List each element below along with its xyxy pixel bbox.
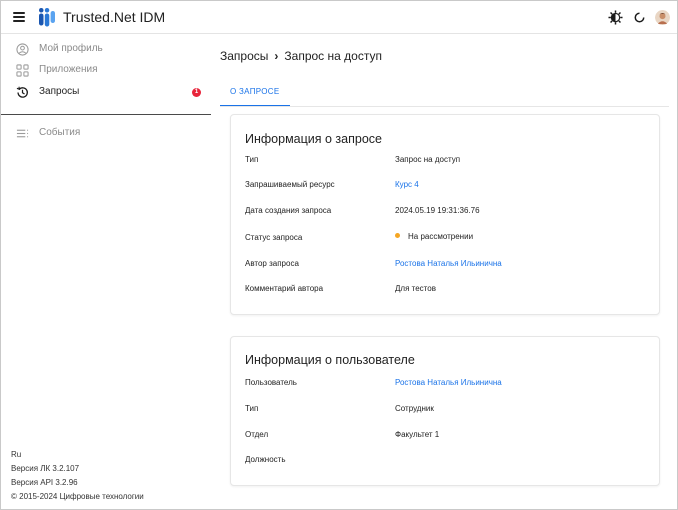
sidebar-divider — [1, 114, 211, 115]
copyright: © 2015-2024 Цифровые технологии — [11, 492, 144, 501]
sidebar-item-profile[interactable]: Мой профиль — [1, 40, 211, 60]
field-label: Запрашиваемый ресурс — [245, 180, 335, 189]
card-title: Информация о запросе — [245, 132, 382, 146]
api-version: Версия API 3.2.96 — [11, 478, 78, 487]
history-icon — [16, 86, 28, 98]
field-value: Сотрудник — [395, 404, 434, 413]
sidebar-item-events[interactable]: События — [1, 124, 211, 144]
breadcrumb-parent[interactable]: Запросы — [220, 49, 268, 63]
field-label: Пользователь — [245, 378, 297, 387]
field-label: Тип — [245, 404, 259, 413]
tab-about-request[interactable]: О ЗАПРОСЕ — [220, 83, 290, 107]
tab-label: О ЗАПРОСЕ — [230, 87, 280, 96]
app-window: Trusted.Net IDM Мой профиль Приложения З… — [0, 0, 678, 510]
field-label: Должность — [245, 455, 286, 464]
field-value: 2024.05.19 19:31:36.76 — [395, 206, 480, 215]
field-label: Отдел — [245, 430, 269, 439]
sidebar-item-label: Приложения — [39, 64, 98, 75]
logo — [39, 8, 55, 27]
sidebar-item-apps[interactable]: Приложения — [1, 61, 211, 81]
app-title: Trusted.Net IDM — [63, 9, 166, 25]
field-label: Автор запроса — [245, 259, 299, 268]
user-link[interactable]: Ростова Наталья Ильинична — [395, 378, 502, 387]
request-info-card: Информация о запросе Тип Запрос на досту… — [230, 114, 660, 315]
breadcrumb-current: Запрос на доступ — [284, 49, 382, 63]
status-dot-icon — [395, 233, 400, 238]
sidebar-item-label: Запросы — [39, 86, 80, 97]
apps-icon — [16, 64, 29, 77]
tabs-divider — [220, 106, 669, 107]
events-icon — [16, 129, 29, 138]
card-title: Информация о пользователе — [245, 353, 415, 367]
sidebar-item-requests[interactable]: Запросы 1 — [1, 83, 211, 103]
sidebar: Мой профиль Приложения Запросы 1 События… — [1, 34, 211, 510]
notification-badge: 1 — [192, 88, 201, 97]
refresh-icon[interactable] — [632, 10, 647, 25]
status-text: На рассмотрении — [408, 232, 474, 241]
field-value: Для тестов — [395, 284, 436, 293]
lk-version: Версия ЛК 3.2.107 — [11, 464, 80, 473]
language-switch[interactable]: Ru — [11, 450, 21, 459]
sidebar-item-label: Мой профиль — [39, 43, 103, 54]
menu-icon[interactable] — [13, 12, 25, 22]
avatar[interactable] — [655, 10, 670, 25]
field-label: Комментарий автора — [245, 284, 324, 293]
field-value: Запрос на доступ — [395, 155, 461, 164]
chevron-right-icon: › — [274, 49, 279, 63]
user-info-card: Информация о пользователе Пользователь Р… — [230, 336, 660, 486]
profile-icon — [16, 43, 29, 56]
field-label: Тип — [245, 155, 259, 164]
status-value: На рассмотрении — [395, 232, 473, 241]
field-value: Факультет 1 — [395, 430, 440, 439]
field-label: Дата создания запроса — [245, 206, 332, 215]
sidebar-item-label: События — [39, 127, 81, 138]
field-label: Статус запроса — [245, 233, 303, 242]
author-link[interactable]: Ростова Наталья Ильинична — [395, 259, 502, 268]
theme-icon[interactable] — [608, 10, 623, 25]
breadcrumb: Запросы › Запрос на доступ — [220, 49, 382, 63]
app-bar: Trusted.Net IDM — [1, 1, 677, 34]
resource-link[interactable]: Курс 4 — [395, 180, 419, 189]
